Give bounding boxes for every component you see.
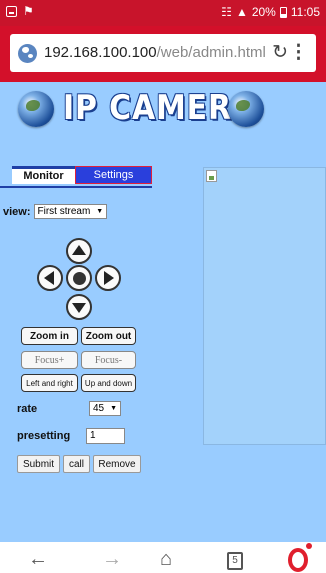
url-text[interactable]: 192.168.100.100/web/admin.html <box>44 44 266 61</box>
home-icon[interactable]: ⌂ <box>160 548 172 571</box>
tab-settings[interactable]: Settings <box>75 166 152 184</box>
arrow-right-icon <box>104 271 114 285</box>
signal-icon: ▲ <box>235 5 248 19</box>
call-button[interactable]: call <box>63 455 90 473</box>
forward-arrow-icon[interactable]: → <box>102 548 122 571</box>
clock: 11:05 <box>290 5 320 19</box>
zoom-in-button[interactable]: Zoom in <box>21 327 78 345</box>
tabs-count-icon[interactable]: 5 <box>227 552 243 570</box>
pan-stop-button[interactable] <box>66 265 92 291</box>
chevron-down-icon: ▼ <box>110 405 118 412</box>
rate-select[interactable]: 45 ▼ <box>89 401 122 416</box>
tab-bar: Monitor Settings <box>0 166 152 188</box>
up-down-cruise-button[interactable]: Up and down <box>81 374 136 392</box>
globe-logo-left <box>18 91 54 127</box>
browser-toolbar: 192.168.100.100/web/admin.html ↻ ⋮ <box>0 26 326 82</box>
stream-select[interactable]: First stream ▼ <box>33 204 108 219</box>
tab-monitor[interactable]: Monitor <box>12 166 75 184</box>
focus-minus-button[interactable]: Focus- <box>81 351 136 369</box>
zoom-out-button[interactable]: Zoom out <box>81 327 136 345</box>
control-panel: Monitor Settings view: First stream ▼ Zo… <box>0 164 152 542</box>
rate-label: rate <box>17 403 38 415</box>
chevron-down-icon: ▼ <box>96 208 104 215</box>
url-host: 192.168.100.100 <box>44 44 157 61</box>
pan-left-button[interactable] <box>37 265 63 291</box>
reload-icon[interactable]: ↻ <box>272 41 288 64</box>
submit-button[interactable]: Submit <box>17 455 60 473</box>
focus-plus-button[interactable]: Focus+ <box>21 351 78 369</box>
video-frame <box>203 167 326 445</box>
url-field[interactable]: 192.168.100.100/web/admin.html ↻ ⋮ <box>10 34 316 72</box>
arrow-down-icon <box>72 303 86 313</box>
arrow-up-icon <box>72 245 86 255</box>
status-bar: ⚑ ☷ ▲ 20% 11:05 <box>0 0 326 26</box>
stop-dot-icon <box>72 271 86 285</box>
broken-image-icon <box>206 170 217 182</box>
opera-logo-icon[interactable] <box>288 548 308 572</box>
battery-icon <box>279 6 287 18</box>
menu-icon[interactable]: ⋮ <box>289 41 308 64</box>
rate-select-value: 45 <box>93 403 105 414</box>
banner: IP CAMERA <box>0 82 326 164</box>
web-page: IP CAMERA Monitor Settings view: First s… <box>0 82 326 542</box>
pan-up-button[interactable] <box>66 238 92 264</box>
browser-navbar: ← → ⌂ 5 <box>0 542 326 573</box>
banner-title: IP CAMERA <box>63 88 256 128</box>
back-arrow-icon[interactable]: ← <box>28 548 48 571</box>
remove-button[interactable]: Remove <box>93 455 141 473</box>
view-label: view: <box>3 205 31 218</box>
stream-select-value: First stream <box>37 206 91 217</box>
view-row: view: First stream ▼ <box>3 204 108 219</box>
pan-down-button[interactable] <box>66 294 92 320</box>
left-right-cruise-button[interactable]: Left and right <box>21 374 78 392</box>
presetting-label: presetting <box>17 430 71 442</box>
arrow-left-icon <box>44 271 54 285</box>
globe-icon <box>18 44 37 63</box>
flag-notification-icon: ⚑ <box>23 4 34 18</box>
globe-logo-right <box>228 91 264 127</box>
url-path: /web/admin.html <box>156 44 266 61</box>
pan-right-button[interactable] <box>95 265 121 291</box>
battery-percent: 20% <box>251 5 276 19</box>
tab-underline <box>0 186 152 188</box>
screenshot-notification-icon <box>6 5 17 17</box>
opera-notification-dot <box>306 543 312 549</box>
wifi-icon: ☷ <box>221 5 232 19</box>
presetting-input[interactable]: 1 <box>86 428 125 444</box>
